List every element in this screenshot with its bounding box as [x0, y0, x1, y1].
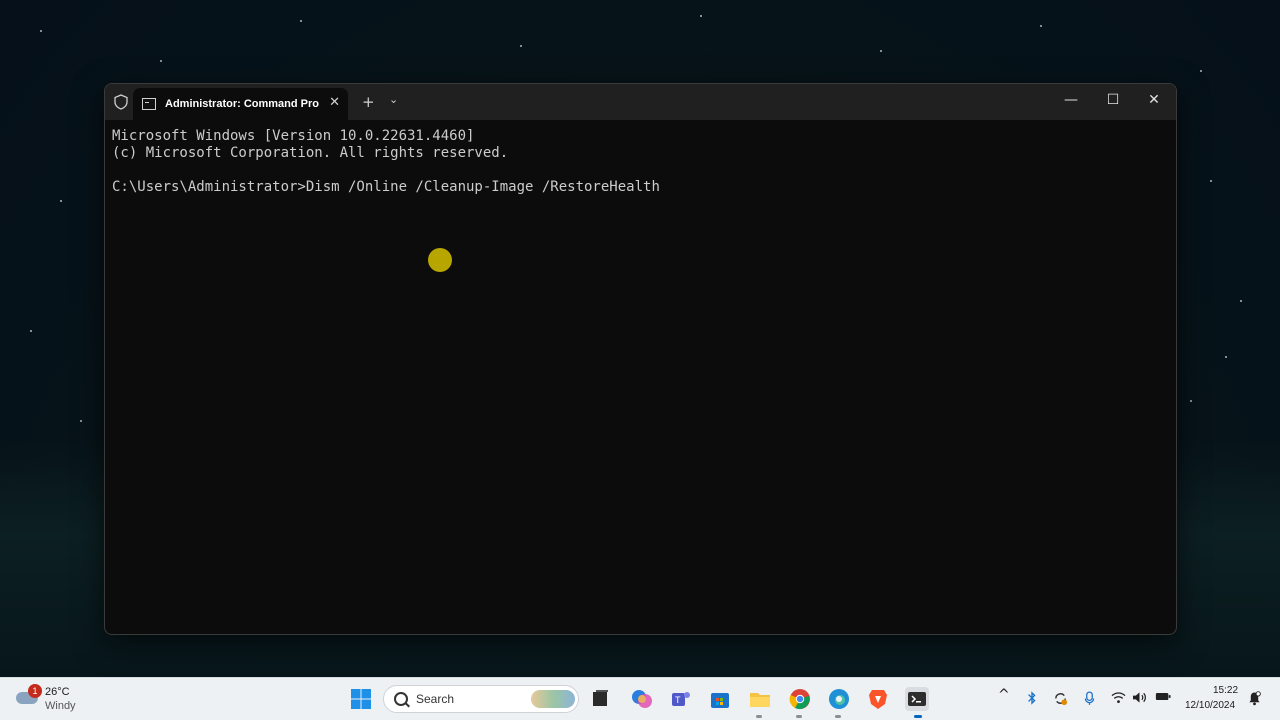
tab-close-icon[interactable]: ✕	[329, 96, 340, 110]
command-prompt-icon	[142, 98, 156, 110]
bluetooth-icon[interactable]	[1026, 691, 1038, 709]
start-icon[interactable]	[349, 687, 373, 711]
chevron-down-icon[interactable]: ⌄	[389, 93, 398, 106]
maximize-button[interactable]: ☐	[1103, 92, 1123, 112]
console-line: (c) Microsoft Corporation. All rights re…	[112, 145, 509, 161]
running-app-indicator	[756, 715, 762, 718]
clock-date[interactable]: 12/10/2024	[1185, 700, 1235, 711]
title-bar[interactable]: Administrator: Command Pro ✕ + ⌄ — ☐ ✕	[105, 84, 1176, 120]
show-hidden-icons-chevron[interactable]: ^	[998, 688, 1010, 702]
search-icon	[394, 692, 408, 706]
file-explorer-icon[interactable]	[748, 687, 772, 711]
chrome-icon[interactable]	[788, 687, 812, 711]
active-app-indicator	[914, 715, 922, 718]
brave-icon[interactable]	[866, 687, 890, 711]
terminal-window[interactable]: Administrator: Command Pro ✕ + ⌄ — ☐ ✕ M…	[104, 83, 1177, 635]
taskbar: 1 26°C Windy Search T ^ 15:22 12/10/2024	[0, 677, 1280, 720]
cursor-highlight	[428, 248, 452, 272]
clock-time[interactable]: 15:22	[1213, 685, 1238, 696]
edge-icon[interactable]	[827, 687, 851, 711]
close-button[interactable]: ✕	[1144, 92, 1164, 112]
notification-bell-icon[interactable]	[1248, 691, 1261, 710]
sync-icon[interactable]	[1053, 691, 1068, 710]
running-app-indicator	[796, 715, 802, 718]
tab-title: Administrator: Command Pro	[165, 98, 320, 110]
search-highlight-image	[531, 690, 575, 708]
running-app-indicator	[835, 715, 841, 718]
console-line: Microsoft Windows [Version 10.0.22631.44…	[112, 128, 475, 144]
weather-description: Windy	[45, 700, 76, 712]
svg-text:T: T	[675, 695, 681, 705]
microphone-icon[interactable]	[1084, 691, 1095, 710]
console-output[interactable]: Microsoft Windows [Version 10.0.22631.44…	[105, 120, 1176, 204]
console-command-line: C:\Users\Administrator>Dism /Online /Cle…	[112, 179, 660, 195]
weather-temperature: 26°C	[45, 686, 70, 698]
store-icon[interactable]	[708, 687, 732, 711]
search-box[interactable]: Search	[383, 685, 579, 713]
shield-icon	[114, 94, 128, 110]
minimize-button[interactable]: —	[1061, 92, 1081, 112]
weather-widget[interactable]: 1 26°C Windy	[14, 684, 104, 714]
search-label: Search	[416, 692, 455, 706]
volume-icon[interactable]	[1132, 691, 1147, 708]
new-tab-button[interactable]: +	[362, 93, 375, 111]
battery-icon[interactable]	[1155, 691, 1171, 706]
wifi-icon[interactable]	[1111, 691, 1126, 708]
terminal-icon[interactable]	[905, 687, 929, 711]
tab-command-prompt[interactable]: Administrator: Command Pro ✕	[133, 88, 348, 120]
teams-icon[interactable]: T	[669, 687, 693, 711]
notification-badge: 1	[28, 684, 42, 698]
task-view-icon[interactable]	[588, 687, 612, 711]
copilot-icon[interactable]	[630, 687, 654, 711]
